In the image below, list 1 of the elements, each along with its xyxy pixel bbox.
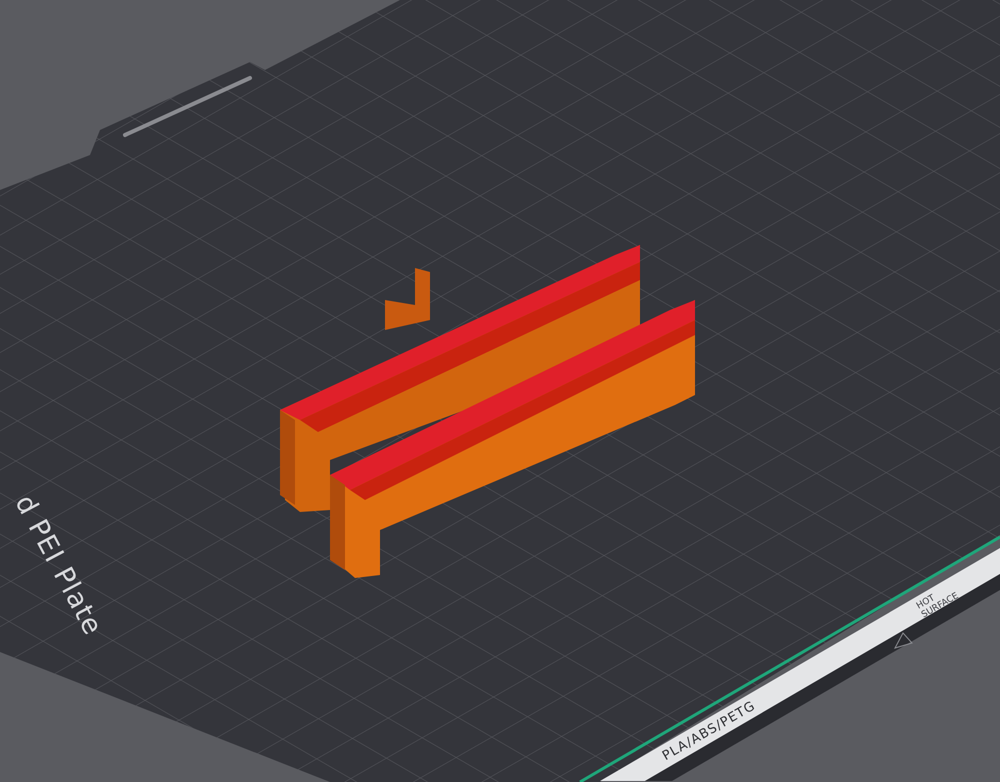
plate-name-label: d PEI Plate [8,490,108,641]
